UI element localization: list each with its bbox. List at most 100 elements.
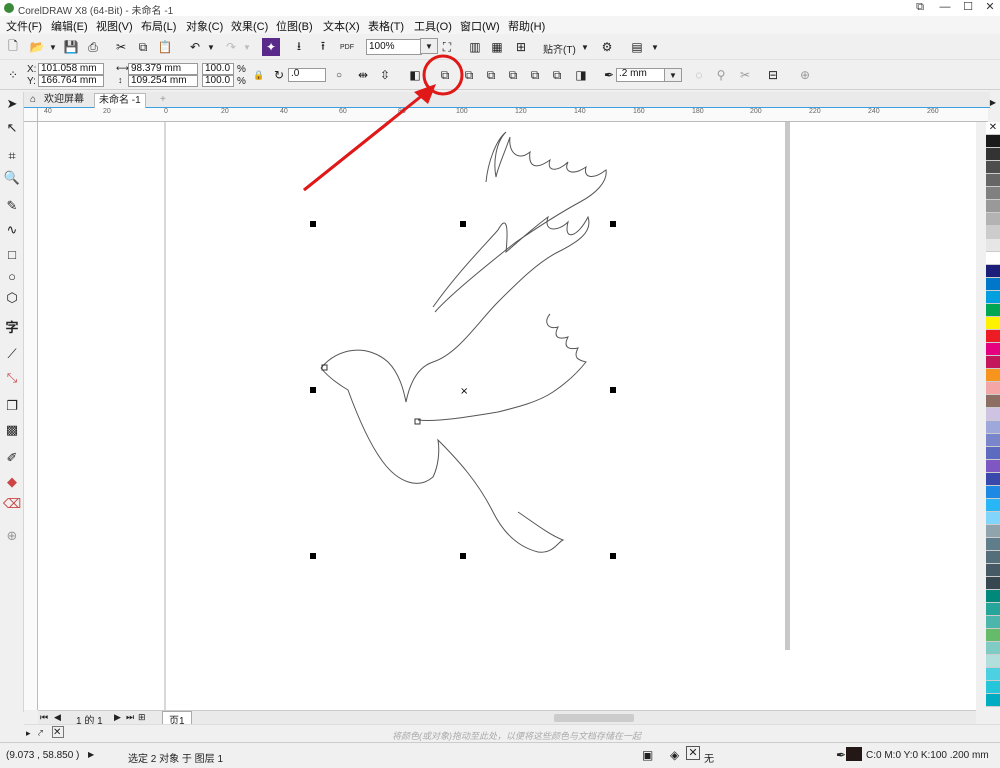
color-swatch[interactable] [986,434,1000,447]
color-swatch[interactable] [986,551,1000,564]
new-document-icon[interactable]: 🗋 [4,38,22,56]
transparency-icon[interactable]: ▩ [4,422,20,438]
artistic-media-icon[interactable]: ∿ [4,222,20,238]
shape-tool-icon[interactable]: ↖ [4,120,20,136]
color-swatch[interactable] [986,577,1000,590]
eyedropper-small-icon[interactable]: ⤤ [38,728,43,739]
color-swatch[interactable] [986,343,1000,356]
break-apart-icon[interactable]: ✂ [736,66,754,84]
menu-file[interactable]: 文件(F) [6,18,42,34]
object-origin-icon[interactable]: ⁘ [4,66,22,84]
color-swatch[interactable] [986,278,1000,291]
color-swatch[interactable] [986,148,1000,161]
color-swatch[interactable] [986,538,1000,551]
pick-tool-icon[interactable]: ➤ [4,96,20,112]
outline-color-swatch[interactable] [846,747,862,761]
menu-text[interactable]: 文本(X) [323,18,360,34]
color-swatch[interactable] [986,382,1000,395]
color-swatch[interactable] [986,564,1000,577]
color-swatch[interactable] [986,694,1000,707]
color-swatch[interactable] [986,642,1000,655]
corel-connect-icon[interactable]: ✦ [262,38,280,56]
color-swatch[interactable] [986,265,1000,278]
menu-tools[interactable]: 工具(O) [414,18,452,34]
selection-handle-top[interactable] [460,221,466,227]
import-icon[interactable]: ⭳ [290,38,308,56]
outline-pen-status-icon[interactable]: ✒ [836,748,846,762]
color-swatch[interactable] [986,590,1000,603]
y-position-field[interactable]: 166.764 mm [38,75,104,87]
snap-dropdown-icon[interactable]: ▼ [576,38,594,56]
zoom-tool-icon[interactable]: 🔍 [4,170,20,186]
create-boundary-icon[interactable]: ◨ [572,66,590,84]
fill-bucket-icon[interactable]: ◈ [670,748,679,762]
ruler-corner[interactable] [24,108,38,122]
last-page-icon[interactable]: ⏭ [126,712,134,723]
color-swatch[interactable] [986,317,1000,330]
ellipse-tool-icon[interactable]: ○ [4,268,20,284]
first-page-icon[interactable]: ⏮ [40,712,48,723]
quick-trace-icon[interactable]: ⚲ [712,66,730,84]
color-swatch[interactable] [986,213,1000,226]
tab-welcome[interactable]: 欢迎屏幕 [40,93,88,108]
color-swatch[interactable] [986,512,1000,525]
color-swatch[interactable] [986,174,1000,187]
align-distribute-icon[interactable]: ⊟ [764,66,782,84]
scale-width-field[interactable]: 100.0 [202,63,234,75]
color-profile-icon[interactable]: ▣ [642,748,653,762]
color-swatch[interactable] [986,473,1000,486]
to-curves-icon[interactable]: ◌ [690,66,708,84]
smart-fill-icon[interactable]: ⌫ [3,496,21,512]
color-swatch[interactable] [986,408,1000,421]
tab-home-icon[interactable]: ⌂ [26,93,40,108]
add-page-icon[interactable]: ⊞ [138,712,146,723]
menu-view[interactable]: 视图(V) [96,18,133,34]
eyedropper-icon[interactable]: ✐ [4,450,20,466]
selection-handle-bottom-left[interactable] [310,553,316,559]
color-swatch[interactable] [986,655,1000,668]
x-position-field[interactable]: 101.058 mm [38,63,104,75]
color-swatch[interactable] [986,187,1000,200]
snap-to-button[interactable]: 贴齐(T) [543,41,576,56]
color-swatch[interactable] [986,499,1000,512]
next-page-icon[interactable]: ▶ [114,712,121,723]
color-swatch[interactable] [986,135,1000,148]
horizontal-ruler[interactable]: 40 20 0 20 40 60 80 100 120 140 160 180 … [38,108,988,122]
color-swatch[interactable] [986,629,1000,642]
show-rulers-icon[interactable]: ▥ [466,38,484,56]
color-swatch[interactable] [986,226,1000,239]
crop-tool-icon[interactable]: ⌗ [4,148,20,164]
copy-icon[interactable]: ⧉ [134,38,152,56]
menu-layout[interactable]: 布局(L) [141,18,176,34]
cut-icon[interactable]: ✂ [112,38,130,56]
launcher-dropdown-icon[interactable]: ▼ [646,38,664,56]
add-toolbar-icon[interactable]: ⊕ [796,66,814,84]
height-field[interactable]: 109.254 mm [128,75,198,87]
show-guidelines-icon[interactable]: ⊞ [512,38,530,56]
export-icon[interactable]: ⭱ [314,38,332,56]
menu-edit[interactable]: 编辑(E) [51,18,88,34]
scale-height-field[interactable]: 100.0 [202,75,234,87]
lock-ratio-icon[interactable]: 🔒 [250,66,268,84]
color-swatch[interactable] [986,668,1000,681]
selection-handle-left[interactable] [310,387,316,393]
color-swatch[interactable] [986,681,1000,694]
status-expand-icon[interactable]: ▶ [88,750,94,759]
connector-tool-icon[interactable]: ⤡ [4,370,20,386]
open-dropdown-icon[interactable]: ▼ [44,38,62,56]
color-swatch[interactable] [986,291,1000,304]
menu-bitmaps[interactable]: 位图(B) [276,18,313,34]
color-swatch[interactable] [986,395,1000,408]
color-swatch[interactable] [986,369,1000,382]
selection-handle-bottom-right[interactable] [610,553,616,559]
close-button[interactable]: ✕ [980,0,1000,16]
selection-handle-bottom[interactable] [460,553,466,559]
show-grid-icon[interactable]: ▦ [488,38,506,56]
simplify-icon[interactable]: ⧉ [504,66,522,84]
parallel-dimension-icon[interactable]: ⟋ [4,346,20,362]
undo-dropdown-icon[interactable]: ▼ [202,38,220,56]
color-swatch[interactable] [986,486,1000,499]
menu-effects[interactable]: 效果(C) [231,18,268,34]
menu-object[interactable]: 对象(C) [186,18,223,34]
menu-table[interactable]: 表格(T) [368,18,404,34]
